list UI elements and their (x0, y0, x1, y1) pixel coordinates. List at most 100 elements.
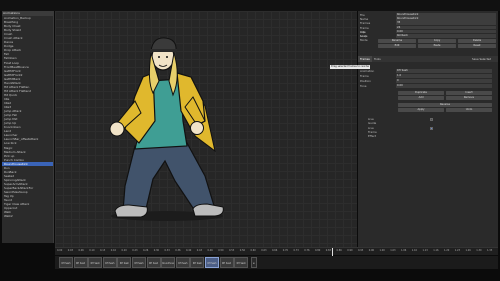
bottom-frame (0, 270, 500, 281)
timeline-tick-label: 0.23 (132, 249, 138, 252)
frame-thumbnail[interactable]: RH Sash (175, 257, 190, 268)
timeline-tick-label: 0.80 (315, 249, 321, 252)
tooltip: Drag selected frames to reorder animatio… (330, 65, 370, 69)
frame-thumbnails-strip: RH Sash RH Sash RH Sash RH Sash RH Sash RH Sa… (55, 256, 498, 269)
property-field[interactable]: 0.00 (396, 29, 496, 34)
timeline-tick-label: 1.13 (422, 249, 428, 252)
live-frame-effect-label: Live Frame Effect (368, 126, 377, 138)
timeline-tick-label: 0.73 (293, 249, 299, 252)
timeline-tick-label: 0.90 (347, 249, 353, 252)
timeline-tick-label: 0.43 (196, 249, 203, 252)
live-frame-effect-checkbox[interactable] (430, 126, 433, 130)
timeline-tick-label: 1.20 (444, 249, 450, 252)
timeline-tick-label: 0.10 (89, 249, 95, 252)
frame-thumbnail[interactable]: RH Sash (234, 257, 249, 268)
timeline-tick-label: 0.76 (304, 249, 310, 252)
copy-button[interactable]: Copy (418, 39, 456, 43)
top-bar (0, 0, 500, 11)
timeline-tick-label: 0.20 (121, 249, 127, 252)
timeline-tick-label: 1.06 (401, 249, 407, 252)
inspector-panel: File RoundhouseKick Name RoundhouseKick Fram… (358, 11, 498, 247)
edit-button[interactable]: Edit (378, 44, 416, 48)
add-frame-icon[interactable]: ⊞ (250, 257, 257, 268)
animation-list-item[interactable]: Walk2 (2, 214, 53, 218)
frame-thumbnail[interactable]: RH Sash (132, 257, 146, 268)
property-field[interactable]: Rollback (396, 34, 496, 38)
animation-list: Animation_Backup Breathing Body Chest Body … (2, 16, 53, 218)
frame-property-label: Tone (360, 84, 367, 88)
live-guide-label: Live Guide (368, 117, 377, 125)
frame-thumbnail[interactable]: RH Sash (146, 257, 161, 268)
apply-button[interactable]: Apply (398, 108, 444, 112)
frame-property-field[interactable]: 1.0 (396, 74, 492, 78)
timeline-tick-label: 0.33 (164, 249, 170, 252)
timeline-tick-label: 0.60 (250, 249, 256, 252)
insert-button[interactable]: Insert (446, 91, 492, 95)
frame-property-field[interactable]: 0.00 (396, 84, 492, 88)
paste-button[interactable]: Paste (418, 44, 456, 48)
timeline-tick-label: 1.10 (411, 249, 418, 252)
timeline-playhead[interactable] (332, 248, 334, 256)
delete-button[interactable]: Delete (458, 39, 496, 43)
timeline-tick-label: 0.13 (100, 249, 106, 252)
character-viewport[interactable] (55, 11, 357, 247)
timeline-tick-label: 1.23 (454, 249, 461, 252)
frame-thumbnail[interactable]: RH Sash (73, 257, 88, 268)
frame-property-label: Frame (360, 74, 369, 78)
timeline-tick-label: 0.40 (186, 249, 192, 252)
timeline-tick-label: 0.66 (272, 249, 278, 252)
remove-button[interactable]: Remove (446, 96, 492, 100)
reset-button[interactable]: Reset (458, 44, 496, 48)
timeline-tick-label: 1.16 (433, 249, 439, 252)
timeline-tick-label: 0.30 (153, 249, 160, 252)
frame-thumbnail[interactable]: RH Sash (219, 257, 234, 268)
frame-thumbnail[interactable]: RH Sash (190, 257, 205, 268)
frame-thumbnail[interactable]: RH Sash (88, 257, 103, 268)
animation-list-panel: Animations Animation_Backup Breathing Body… (2, 11, 54, 243)
duplicate-button[interactable]: Duplicate (398, 91, 444, 95)
timeline-ruler[interactable]: 0.00 0.03 0.06 0.10 0.13 0.16 0.20 0.23 0.26 0.30… (55, 247, 498, 256)
timeline-tick-label: 0.00 (57, 249, 63, 252)
timeline-tick-label: 0.96 (368, 249, 375, 252)
timeline-tick-label: 1.33 (487, 249, 493, 252)
frame-thumbnail[interactable]: RH Sash (102, 257, 117, 268)
timeline-tick-label: 0.93 (358, 249, 364, 252)
add-button[interactable]: Add (398, 96, 444, 100)
timeline-tick-label: 0.53 (229, 249, 235, 252)
reverse-button[interactable]: Reverse (398, 103, 492, 107)
timeline-tick-label: 1.26 (465, 249, 471, 252)
timeline-tick-label: 0.36 (175, 249, 181, 252)
property-field[interactable]: 24 (396, 25, 496, 30)
timeline-tick-label: 0.26 (143, 249, 149, 252)
character-figure (109, 37, 224, 221)
timeline-tick-label: 0.50 (218, 249, 224, 252)
property-field[interactable]: RoundhouseKick (396, 17, 496, 21)
undo-button[interactable]: Undo (446, 108, 492, 112)
timeline-tick-label: 0.46 (207, 249, 213, 252)
frame-property-field[interactable]: 0 (396, 79, 492, 83)
timeline-tick-label: 1.00 (379, 249, 385, 252)
save-selected-link[interactable]: Save Selected (470, 56, 493, 62)
frame-thumbnail[interactable]: RH Sash (205, 257, 219, 268)
frame-property-label: Position (360, 79, 371, 83)
tab-tools[interactable]: Tools (372, 56, 383, 62)
frame-thumbnail[interactable]: Roundhouse_03 (161, 257, 176, 268)
timeline-tick-label: 0.16 (110, 249, 117, 252)
live-guide-checkbox[interactable] (430, 117, 433, 121)
timeline-tick-label: 0.63 (261, 249, 267, 252)
inspector-tabs: Frames Tools Save Selected (358, 56, 498, 62)
timeline-tick-label: 0.03 (67, 249, 74, 252)
frame-thumbnail[interactable]: RH Sash (117, 257, 132, 268)
timeline-tick-label: 0.83 (325, 249, 332, 252)
rename-button[interactable]: Rename (378, 39, 416, 43)
timeline-tick-label: 0.70 (282, 249, 289, 252)
timeline-tick-label: 0.06 (78, 249, 84, 252)
frame-thumbnail[interactable]: RH Sash (59, 257, 73, 268)
timeline-tick-label: 0.86 (336, 249, 342, 252)
frame-property-label: Animation (360, 69, 375, 73)
tab-frames[interactable]: Frames (358, 56, 372, 62)
frame-property-field[interactable]: RH Sash (396, 69, 492, 73)
timeline-tick-label: 1.03 (390, 249, 396, 252)
property-field[interactable]: 35 (396, 21, 496, 25)
timeline-tick-label: 1.30 (476, 249, 482, 252)
